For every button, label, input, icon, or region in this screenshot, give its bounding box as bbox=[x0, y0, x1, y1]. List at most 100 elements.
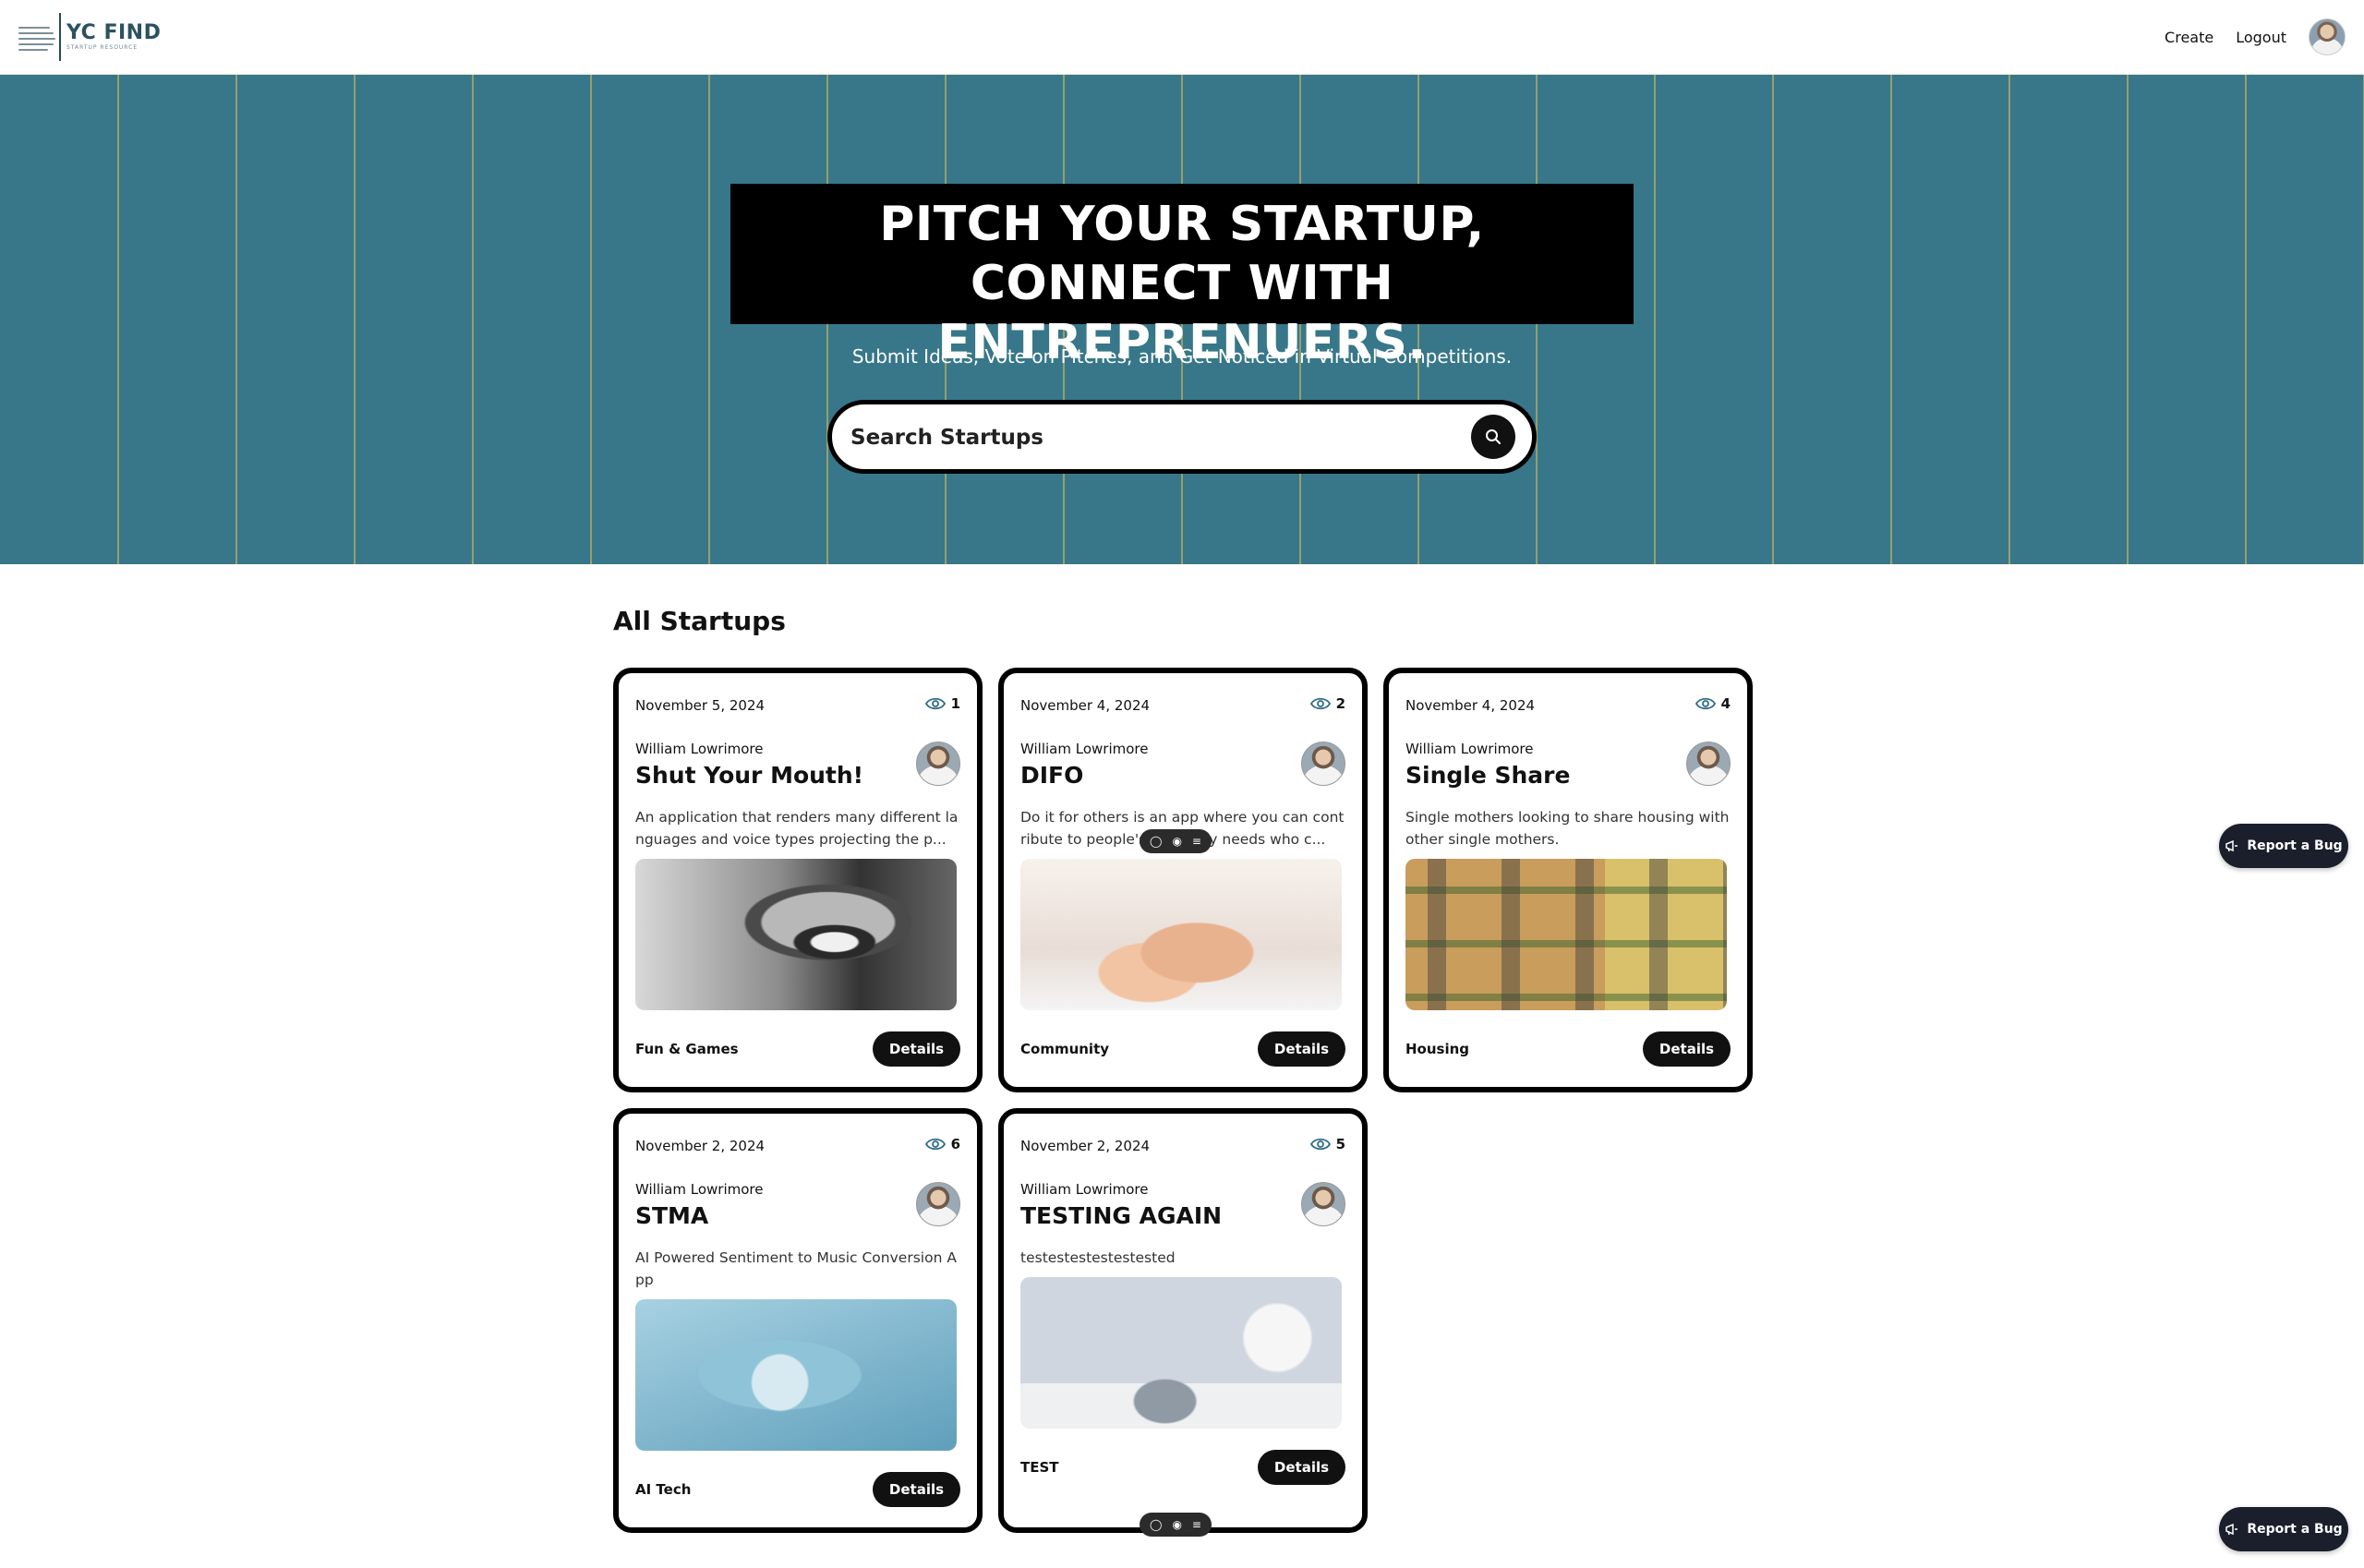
card-title[interactable]: DIFO bbox=[1020, 762, 1083, 789]
hero-stripe bbox=[117, 75, 119, 564]
card-title[interactable]: Single Share bbox=[1405, 762, 1570, 789]
report-bug-label: Report a Bug bbox=[2247, 1522, 2343, 1537]
logo-subtitle: STARTUP RESOURCE bbox=[66, 44, 139, 51]
card-views: 5 bbox=[1309, 1136, 1345, 1152]
card-category[interactable]: Community bbox=[1020, 1041, 1109, 1057]
logo-lines-icon bbox=[18, 23, 57, 51]
card-view-count: 2 bbox=[1335, 695, 1345, 712]
card-date: November 4, 2024 bbox=[1405, 697, 1536, 714]
hero-stripe bbox=[2127, 75, 2129, 564]
user-avatar[interactable] bbox=[2309, 18, 2346, 55]
author-avatar[interactable] bbox=[916, 742, 960, 786]
card-category[interactable]: TEST bbox=[1020, 1459, 1059, 1476]
create-link[interactable]: Create bbox=[2165, 29, 2213, 46]
author-avatar[interactable] bbox=[1301, 742, 1345, 786]
card-image[interactable] bbox=[1405, 859, 1727, 1010]
details-button[interactable]: Details bbox=[1258, 1450, 1345, 1485]
hero-stripe bbox=[1654, 75, 1656, 564]
card-title[interactable]: Shut Your Mouth! bbox=[635, 762, 863, 789]
startup-card[interactable]: November 4, 2024 2 William Lowrimore DIF… bbox=[998, 668, 1368, 1092]
startup-card[interactable]: November 4, 2024 4 William Lowrimore Sin… bbox=[1383, 668, 1753, 1092]
hero-stripe bbox=[472, 75, 474, 564]
card-date: November 4, 2024 bbox=[1020, 697, 1151, 714]
card-author[interactable]: William Lowrimore bbox=[1405, 741, 1533, 757]
eye-icon bbox=[924, 1138, 946, 1151]
section-title: All Startups bbox=[613, 606, 786, 636]
details-button[interactable]: Details bbox=[1258, 1031, 1345, 1067]
card-author[interactable]: William Lowrimore bbox=[1020, 741, 1148, 757]
card-category[interactable]: Fun & Games bbox=[635, 1041, 739, 1057]
card-views: 4 bbox=[1695, 695, 1731, 712]
card-description: testestestestestested bbox=[1020, 1249, 1176, 1266]
startup-card[interactable]: November 5, 2024 1 William Lowrimore Shu… bbox=[613, 668, 983, 1092]
eye-icon bbox=[924, 697, 946, 710]
hero-stripe bbox=[708, 75, 710, 564]
card-author[interactable]: William Lowrimore bbox=[1020, 1181, 1148, 1198]
view-icon[interactable]: ◉ bbox=[1172, 835, 1181, 848]
card-author[interactable]: William Lowrimore bbox=[635, 1181, 763, 1198]
hero-subtitle: Submit Ideas, Vote on Pitches, and Get N… bbox=[851, 345, 1513, 368]
author-avatar[interactable] bbox=[1301, 1182, 1345, 1226]
hero-section: PITCH YOUR STARTUP, CONNECT WITH ENTREPR… bbox=[0, 75, 2364, 564]
card-view-count: 6 bbox=[950, 1136, 960, 1152]
report-bug-button[interactable]: Report a Bug bbox=[2219, 824, 2348, 868]
report-bug-button-bottom[interactable]: Report a Bug bbox=[2219, 1507, 2348, 1551]
comment-icon[interactable]: ◯ bbox=[1150, 835, 1162, 848]
card-views: 6 bbox=[924, 1136, 960, 1152]
search-icon bbox=[1486, 429, 1501, 444]
comment-icon[interactable]: ◯ bbox=[1150, 1518, 1162, 1531]
megaphone-icon bbox=[2225, 1523, 2238, 1536]
card-view-count: 4 bbox=[1720, 695, 1731, 712]
card-view-count: 1 bbox=[950, 695, 960, 712]
search-button[interactable] bbox=[1471, 415, 1515, 459]
view-icon[interactable]: ◉ bbox=[1172, 1518, 1181, 1531]
menu-icon[interactable]: ≡ bbox=[1192, 1518, 1201, 1531]
floating-toolbar-bottom[interactable]: ◯ ◉ ≡ bbox=[1140, 1513, 1212, 1537]
card-views: 1 bbox=[924, 695, 960, 712]
card-view-count: 5 bbox=[1335, 1136, 1345, 1152]
card-title[interactable]: TESTING AGAIN bbox=[1020, 1202, 1222, 1229]
startup-card[interactable]: November 2, 2024 6 William Lowrimore STM… bbox=[613, 1108, 983, 1533]
card-description: An application that renders many differe… bbox=[635, 809, 959, 848]
details-button[interactable]: Details bbox=[1643, 1031, 1731, 1067]
search-input[interactable] bbox=[850, 421, 1451, 454]
menu-icon[interactable]: ≡ bbox=[1192, 835, 1201, 848]
card-description: Single mothers looking to share housing … bbox=[1405, 809, 1730, 848]
card-image[interactable] bbox=[635, 1299, 957, 1451]
eye-icon bbox=[1695, 697, 1716, 710]
eye-icon bbox=[1309, 1138, 1331, 1151]
top-navbar: YC FIND STARTUP RESOURCE Create Logout bbox=[0, 0, 2364, 75]
card-image[interactable] bbox=[1020, 1277, 1342, 1429]
hero-title: PITCH YOUR STARTUP, CONNECT WITH ENTREPR… bbox=[730, 184, 1634, 370]
hero-stripe bbox=[2008, 75, 2010, 564]
startup-card[interactable]: November 2, 2024 5 William Lowrimore TES… bbox=[998, 1108, 1368, 1533]
card-category[interactable]: AI Tech bbox=[635, 1481, 691, 1498]
logout-link[interactable]: Logout bbox=[2236, 29, 2286, 46]
card-views: 2 bbox=[1309, 695, 1345, 712]
card-author[interactable]: William Lowrimore bbox=[635, 741, 763, 757]
hero-stripe bbox=[1890, 75, 1892, 564]
hero-stripe bbox=[1772, 75, 1774, 564]
logo-title: YC FIND bbox=[66, 21, 162, 44]
details-button[interactable]: Details bbox=[873, 1031, 960, 1067]
hero-stripe bbox=[235, 75, 237, 564]
report-bug-label: Report a Bug bbox=[2247, 838, 2343, 853]
card-image[interactable] bbox=[635, 859, 957, 1010]
logo[interactable]: YC FIND STARTUP RESOURCE bbox=[18, 13, 161, 61]
card-title[interactable]: STMA bbox=[635, 1202, 708, 1229]
floating-toolbar[interactable]: ◯ ◉ ≡ bbox=[1140, 829, 1212, 853]
hero-title-line-1: PITCH YOUR STARTUP, bbox=[879, 197, 1485, 252]
card-category[interactable]: Housing bbox=[1405, 1041, 1469, 1057]
author-avatar[interactable] bbox=[916, 1182, 960, 1226]
eye-icon bbox=[1309, 697, 1331, 710]
megaphone-icon bbox=[2225, 839, 2238, 852]
search-bar bbox=[827, 400, 1537, 474]
card-date: November 2, 2024 bbox=[635, 1138, 766, 1154]
card-image[interactable] bbox=[1020, 859, 1342, 1010]
card-date: November 2, 2024 bbox=[1020, 1138, 1151, 1154]
card-description: AI Powered Sentiment to Music Conversion… bbox=[635, 1249, 957, 1288]
hero-stripe bbox=[354, 75, 356, 564]
details-button[interactable]: Details bbox=[873, 1472, 960, 1507]
hero-stripe bbox=[2245, 75, 2247, 564]
author-avatar[interactable] bbox=[1686, 742, 1731, 786]
